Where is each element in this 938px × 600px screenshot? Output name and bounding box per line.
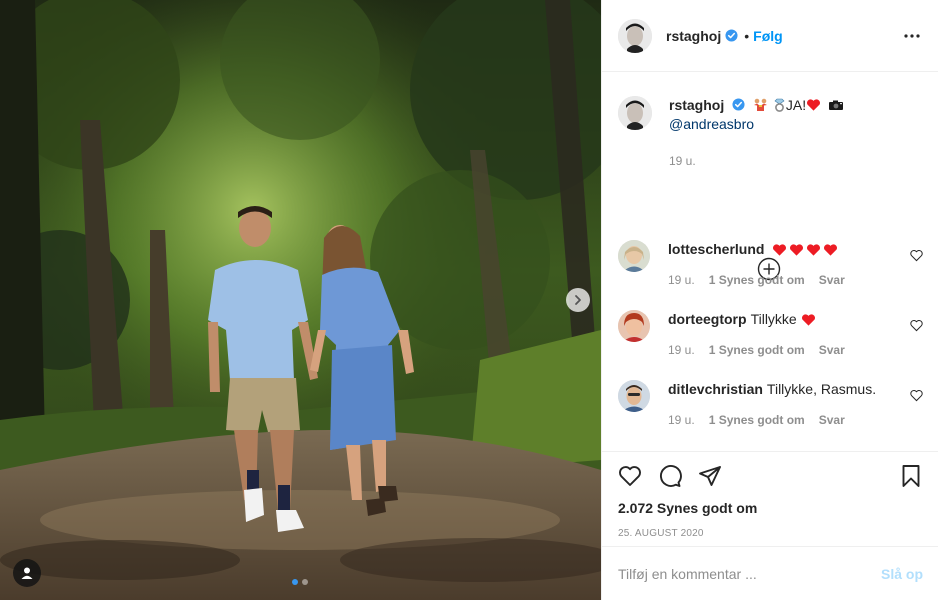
caption-mention-link[interactable]: @andreasbro bbox=[669, 115, 844, 134]
caption-timestamp[interactable]: 19 u. bbox=[669, 152, 844, 171]
author-username[interactable]: rstaghoj bbox=[666, 28, 721, 44]
user-icon bbox=[21, 567, 33, 579]
follow-button[interactable]: Følg bbox=[753, 28, 783, 44]
red-heart-emoji-icon bbox=[807, 99, 821, 111]
author-avatar[interactable] bbox=[618, 18, 652, 53]
next-photo-button[interactable] bbox=[566, 288, 590, 312]
chevron-right-icon bbox=[575, 295, 581, 305]
forest-path-photo bbox=[0, 0, 601, 600]
save-bookmark-icon[interactable] bbox=[899, 464, 923, 488]
post-photo[interactable] bbox=[0, 0, 601, 600]
add-comment-bar: Slå op bbox=[602, 546, 938, 600]
carousel-dot-2 bbox=[302, 579, 308, 585]
verified-badge-icon bbox=[725, 29, 738, 42]
comment-avatar[interactable] bbox=[618, 310, 650, 342]
comment-timestamp[interactable]: 19 u. bbox=[668, 341, 695, 360]
carousel-dot-1 bbox=[292, 579, 298, 585]
comment-reply-button[interactable]: Svar bbox=[819, 271, 845, 290]
carousel-indicator bbox=[292, 579, 308, 585]
post-date[interactable]: 25. AUGUST 2020 bbox=[618, 528, 923, 539]
comment-text: Tillykke bbox=[750, 311, 797, 327]
red-heart-emoji-icon bbox=[801, 313, 815, 326]
post-comment-button[interactable]: Slå op bbox=[881, 566, 923, 582]
more-horizontal-icon bbox=[904, 33, 920, 38]
comment-username[interactable]: ditlevchristian bbox=[668, 380, 763, 399]
comment-text: Tillykke, Rasmus. bbox=[766, 381, 877, 397]
comment-likes-count[interactable]: 1 Synes godt om bbox=[709, 341, 805, 360]
comments-area[interactable]: rstaghoj JA! @andreasbro 19 u. lottesche… bbox=[602, 72, 938, 451]
heart-outline-icon[interactable] bbox=[910, 389, 923, 402]
caption-text: JA! bbox=[785, 97, 807, 113]
comment-item: dorteegtorp Tillykke 19 u. 1 Synes godt … bbox=[618, 310, 923, 360]
action-icons-bar bbox=[618, 452, 923, 500]
comment-avatar[interactable] bbox=[618, 240, 650, 272]
camera-emoji-icon bbox=[829, 100, 844, 110]
post-actions: 2.072 Synes godt om 25. AUGUST 2020 bbox=[602, 451, 938, 539]
comment-username[interactable]: dorteegtorp bbox=[668, 310, 747, 329]
red-heart-emoji-icon bbox=[790, 243, 804, 256]
comment-item: lottescherlund 19 u. 1 Synes godt om Sva… bbox=[618, 240, 923, 290]
comment-likes-count[interactable]: 1 Synes godt om bbox=[709, 411, 805, 430]
comment-avatar[interactable] bbox=[618, 380, 650, 412]
share-paper-plane-icon[interactable] bbox=[698, 464, 722, 488]
comment-input[interactable] bbox=[618, 565, 881, 582]
red-heart-emoji-icon bbox=[773, 243, 787, 256]
header-separator: • bbox=[744, 27, 750, 44]
comment-timestamp[interactable]: 19 u. bbox=[668, 271, 695, 290]
like-heart-icon[interactable] bbox=[618, 464, 642, 488]
comment-bubble-icon[interactable] bbox=[658, 464, 682, 488]
ring-emoji-icon bbox=[774, 98, 785, 112]
more-options-button[interactable] bbox=[902, 26, 922, 46]
couple-emoji-icon bbox=[754, 98, 768, 111]
verified-badge-icon bbox=[732, 98, 745, 111]
comment-timestamp[interactable]: 19 u. bbox=[668, 411, 695, 430]
red-heart-emoji-icon bbox=[824, 243, 838, 256]
comment-likes-count[interactable]: 1 Synes godt om bbox=[709, 271, 805, 290]
caption-avatar[interactable] bbox=[618, 96, 652, 130]
caption-username[interactable]: rstaghoj bbox=[669, 97, 724, 113]
heart-outline-icon[interactable] bbox=[910, 319, 923, 332]
post-header: rstaghoj • Følg bbox=[602, 0, 938, 72]
comment-item: ditlevchristian Tillykke, Rasmus. 19 u. … bbox=[618, 380, 923, 430]
comment-reply-button[interactable]: Svar bbox=[819, 411, 845, 430]
red-heart-emoji-icon bbox=[807, 243, 821, 256]
post-side-panel: rstaghoj • Følg rstaghoj JA! @andreasbro… bbox=[601, 0, 938, 600]
comment-reply-button[interactable]: Svar bbox=[819, 341, 845, 360]
heart-outline-icon[interactable] bbox=[910, 249, 923, 262]
comment-username[interactable]: lottescherlund bbox=[668, 240, 764, 259]
tagged-users-button[interactable] bbox=[13, 559, 41, 587]
comment-hearts bbox=[772, 243, 838, 257]
post-caption: rstaghoj JA! @andreasbro 19 u. bbox=[618, 96, 844, 171]
likes-count[interactable]: 2.072 Synes godt om bbox=[618, 500, 923, 516]
